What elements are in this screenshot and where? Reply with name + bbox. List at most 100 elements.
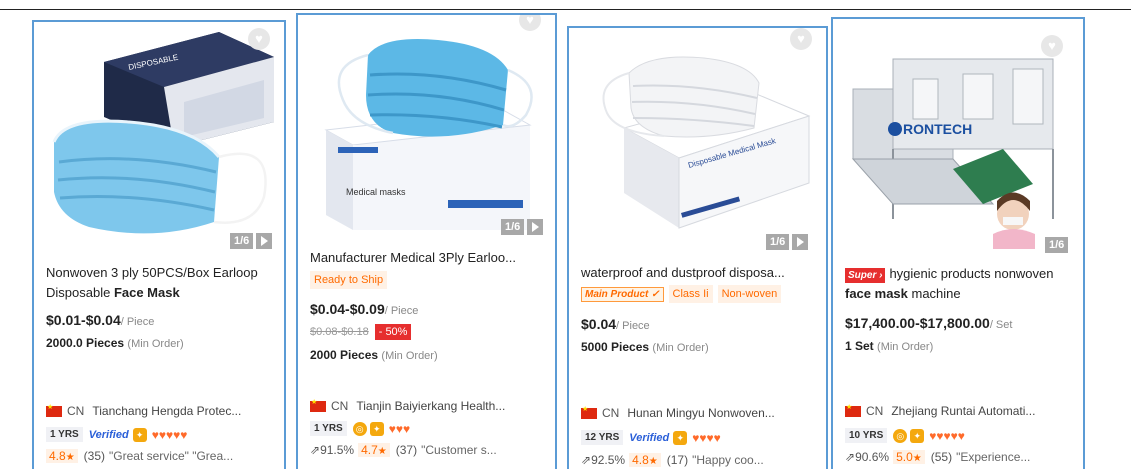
min-order: 5000 Pieces (Min Order) [581, 340, 709, 354]
share-arrow-icon: ⇗ [845, 450, 856, 464]
gold-supplier-icon: ✦ [369, 421, 384, 436]
min-order: 1 Set (Min Order) [845, 339, 933, 353]
product-title[interactable]: Super › hygienic products nonwoven face m… [845, 264, 1075, 304]
play-icon[interactable] [792, 234, 809, 250]
title-keyword: Face Mask [113, 285, 180, 300]
supplier-row[interactable]: CN Hunan Mingyu Nonwoven... [581, 406, 818, 420]
image-counter[interactable]: 1/6 [1045, 236, 1069, 254]
play-icon[interactable] [256, 233, 273, 249]
china-flag-icon [46, 404, 62, 417]
supplier-name[interactable]: Tianchang Hengda Protec... [92, 404, 241, 418]
moq-label: (Min Order) [381, 350, 438, 362]
main-product-label: Main Product [585, 288, 649, 300]
price-unit: / Set [989, 319, 1013, 331]
score-value: 4.7 [361, 443, 378, 457]
title-keyword: face mask [845, 286, 908, 301]
price: $17,400.00-$17,800.00/ Set [845, 315, 1012, 331]
image-counter-label: 1/6 [766, 234, 790, 250]
supplier-name[interactable]: Tianjin Baiyierkang Health... [356, 399, 505, 413]
star-icon: ★ [912, 453, 922, 464]
tag-row: Main Product ✓ Class Ii Non-woven [581, 285, 786, 303]
discount-badge: - 50% [374, 324, 412, 340]
rating-row[interactable]: ⇗90.6% 5.0★ (55) "Experience... [845, 450, 1075, 464]
image-counter-label: 1/6 [1045, 237, 1069, 253]
years-badge: 12 YRS [581, 430, 624, 445]
product-card-3[interactable]: Disposable Medical Mask ♥ 1/6 waterproof… [567, 26, 828, 469]
product-image[interactable]: Medical masks ♥ 1/6 [298, 15, 555, 250]
top-divider [0, 9, 1131, 10]
score-value: 5.0 [896, 450, 913, 464]
review-count: (37) [395, 443, 418, 457]
main-product-badge: Main Product ✓ [581, 286, 664, 302]
product-image[interactable]: DISPOSABLE ♥ 1/6 [34, 22, 284, 257]
rating-hearts-icon: ♥♥♥♥♥ [929, 428, 965, 443]
price-value: $17,400.00-$17,800.00 [845, 315, 990, 331]
supplier-name[interactable]: Hunan Mingyu Nonwoven... [627, 406, 774, 420]
moq-value: 5000 Pieces [581, 340, 650, 354]
supplier-badges: 1 YRS Verified ✦ ♥♥♥♥♥ [46, 427, 187, 442]
supplier-row[interactable]: CN Tianchang Hengda Protec... [46, 404, 276, 418]
rating-hearts-icon: ♥♥♥♥♥ [151, 427, 188, 442]
play-icon[interactable] [527, 219, 544, 235]
supplier-name[interactable]: Zhejiang Runtai Automati... [891, 404, 1035, 418]
price: $0.04/ Piece [581, 316, 650, 332]
response-rate: ⇗91.5% [310, 443, 354, 457]
moq-value: 2000 Pieces [310, 348, 379, 362]
product-image[interactable]: Disposable Medical Mask ♥ 1/6 [569, 28, 826, 263]
product-card-4[interactable]: RONTECH ♥ 1/6 Super › hygienic products n… [831, 17, 1085, 469]
rating-row[interactable]: ⇗91.5% 4.7★ (37) "Customer s... [310, 443, 547, 457]
star-icon: ★ [65, 452, 75, 463]
gold-supplier-icon: ✦ [132, 427, 147, 442]
star-icon: ★ [648, 456, 658, 467]
supplier-badges: 1 YRS ◎ ✦ ♥♥♥ [310, 421, 410, 436]
review-snippet: "Great service" "Grea... [109, 449, 234, 463]
image-counter[interactable]: 1/6 [230, 232, 273, 250]
rating-hearts-icon: ♥♥♥♥ [692, 430, 721, 445]
score-badge: 4.8★ [629, 453, 661, 467]
verified-badge[interactable]: Verified [89, 429, 129, 441]
min-order: 2000.0 Pieces (Min Order) [46, 336, 184, 350]
price: $0.04-$0.09/ Piece [310, 301, 418, 317]
favorite-heart-icon[interactable]: ♥ [1041, 35, 1063, 57]
rating-row[interactable]: 4.8★ (35) "Great service" "Grea... [46, 449, 276, 463]
favorite-heart-icon[interactable]: ♥ [248, 28, 270, 50]
review-count: (55) [930, 450, 953, 464]
product-title[interactable]: waterproof and dustproof disposa... [581, 263, 818, 283]
rating-row[interactable]: ⇗92.5% 4.8★ (17) "Happy coo... [581, 453, 818, 467]
product-card-1[interactable]: DISPOSABLE ♥ 1/6 Nonwoven 3 ply 50PCS/Bo… [32, 20, 286, 469]
price-value: $0.04-$0.09 [310, 301, 385, 317]
product-image[interactable]: RONTECH ♥ 1/6 [833, 19, 1083, 254]
min-order: 2000 Pieces (Min Order) [310, 348, 438, 362]
country-code: CN [866, 404, 884, 418]
product-title[interactable]: Nonwoven 3 ply 50PCS/Box Earloop Disposa… [46, 263, 276, 303]
gold-supplier-icon: ✦ [910, 428, 925, 443]
verified-badge[interactable]: Verified [629, 432, 669, 444]
moq-label: (Min Order) [652, 342, 709, 354]
image-counter[interactable]: 1/6 [766, 233, 809, 251]
favorite-heart-icon[interactable]: ♥ [790, 28, 812, 50]
score-badge: 5.0★ [893, 450, 925, 464]
supplier-row[interactable]: CN Zhejiang Runtai Automati... [845, 404, 1075, 418]
review-snippet: "Happy coo... [692, 453, 764, 467]
country-code: CN [331, 399, 349, 413]
product-title[interactable]: Manufacturer Medical 3Ply Earloo... [310, 248, 547, 268]
image-counter[interactable]: 1/6 [501, 218, 544, 236]
original-price-row: $0.08-$0.18 - 50% [310, 324, 412, 340]
response-rate-value: 90.6% [855, 450, 890, 464]
super-supplier-badge: Super › [845, 268, 886, 283]
original-price: $0.08-$0.18 [310, 326, 369, 338]
product-card-2[interactable]: Medical masks ♥ 1/6 Manufacturer Medical… [296, 13, 557, 469]
attribute-tag: Class Ii [668, 285, 713, 303]
rating-hearts-icon: ♥♥♥ [388, 421, 411, 436]
assessed-supplier-icon: ◎ [893, 428, 908, 443]
review-count: (17) [666, 453, 689, 467]
response-rate: ⇗92.5% [581, 453, 625, 467]
price: $0.01-$0.04/ Piece [46, 312, 154, 328]
years-badge: 1 YRS [310, 421, 347, 436]
score-badge: 4.8★ [46, 449, 78, 463]
china-flag-icon [845, 404, 861, 417]
supplier-row[interactable]: CN Tianjin Baiyierkang Health... [310, 399, 547, 413]
response-rate-value: 92.5% [591, 453, 626, 467]
china-flag-icon [581, 406, 597, 419]
years-badge: 10 YRS [845, 428, 888, 443]
